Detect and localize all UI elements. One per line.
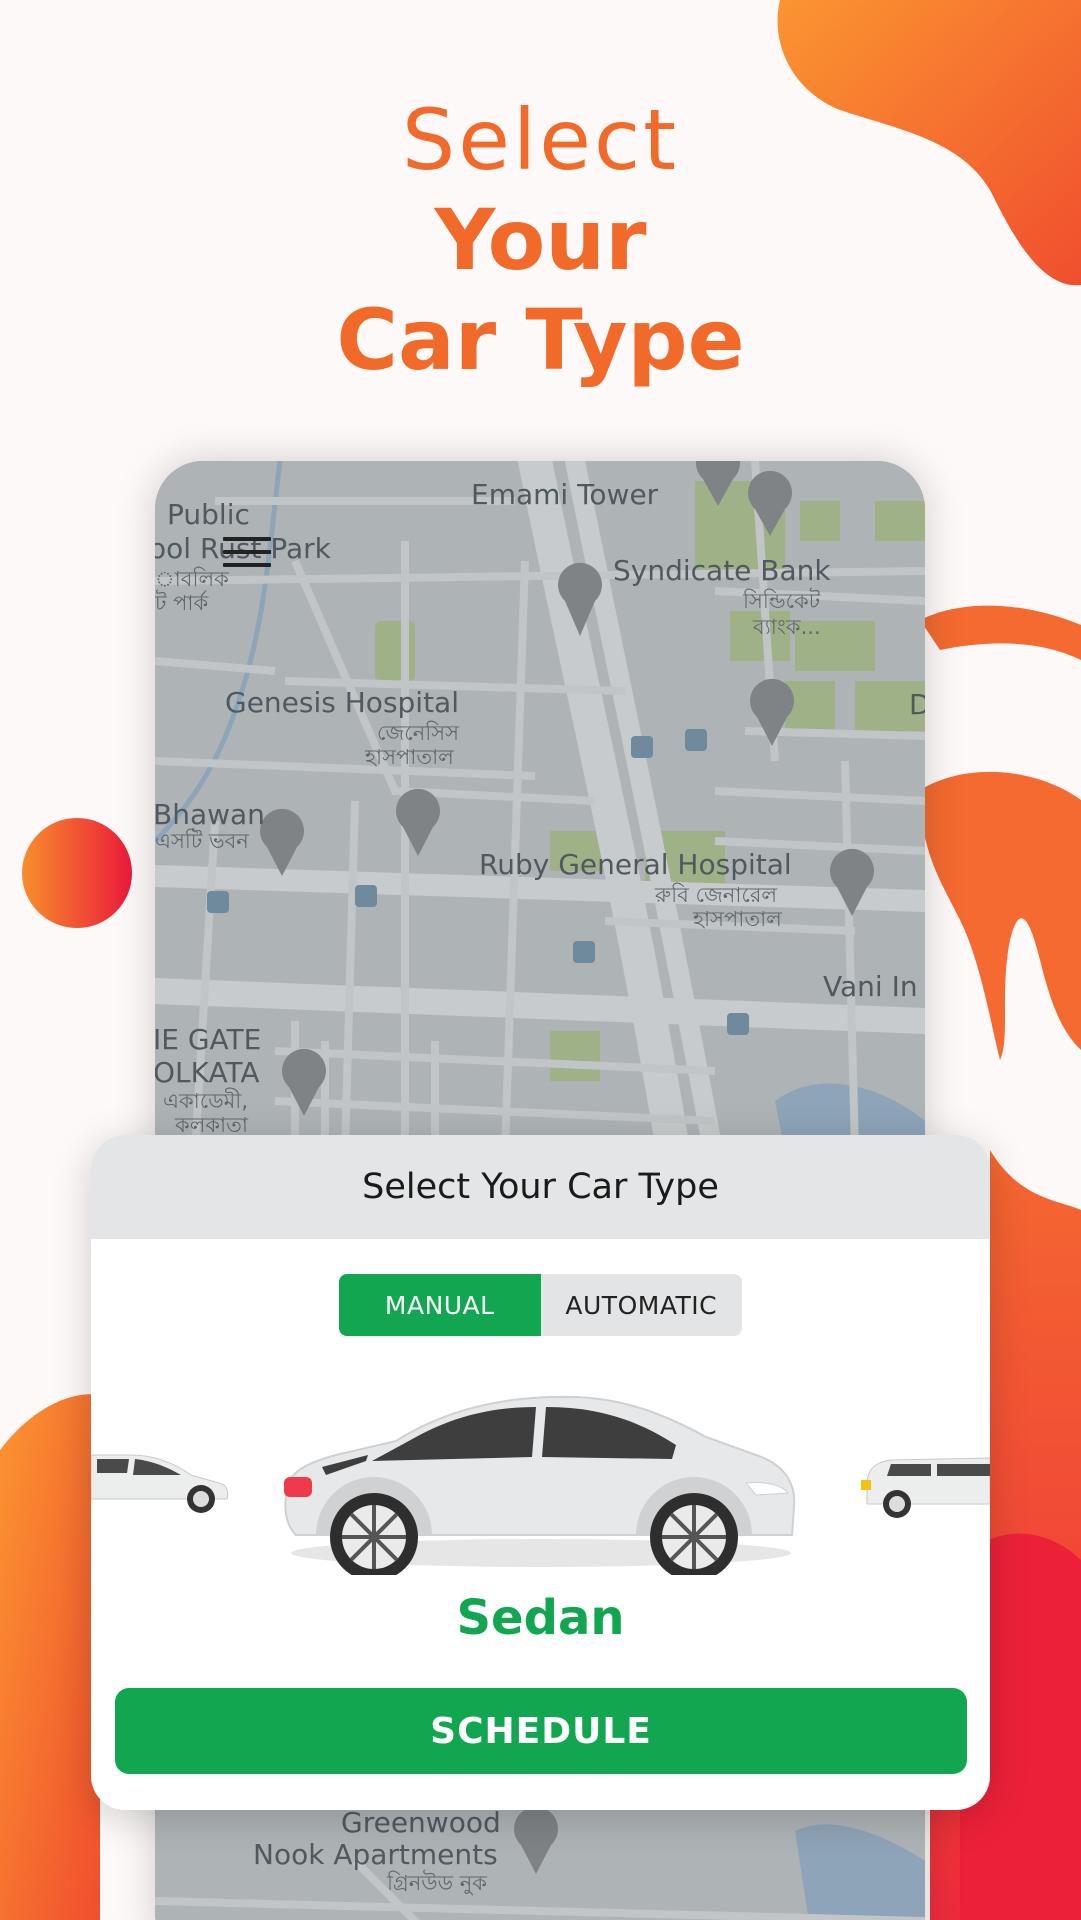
map-label-bhawan: Bhawan: [155, 798, 265, 831]
card-title: Select Your Car Type: [362, 1167, 719, 1207]
headline-line-1: Select: [401, 91, 680, 189]
map-label-syndicate-bn2: ব্যাংক...: [753, 615, 821, 639]
headline: Select Your Car Type: [0, 90, 1081, 390]
map-label-genesis: Genesis Hospital: [225, 686, 459, 719]
map-label-vani: Vani In: [823, 970, 918, 1003]
car-option-minivan[interactable]: [861, 1440, 990, 1520]
car-option-sedan[interactable]: [276, 1385, 806, 1575]
map-label-right-d: D: [909, 688, 925, 721]
map-label-nook-bn: গ্রিনউড নুক: [387, 1871, 487, 1895]
map-label-genesis-bn1: জেনেসিস: [377, 721, 460, 745]
car-type-card: Select Your Car Type MANUAL AUTOMATIC Se…: [91, 1135, 990, 1810]
headline-line-2: Your: [434, 191, 647, 289]
map-label-greenwood: Greenwood: [341, 1806, 501, 1839]
map-label-gate: IE GATE: [155, 1023, 262, 1056]
card-header: Select Your Car Type: [91, 1135, 990, 1239]
schedule-button[interactable]: SCHEDULE: [115, 1688, 967, 1774]
car-option-hatchback[interactable]: [91, 1435, 231, 1515]
map-label-public: Public: [167, 498, 250, 531]
map-label-kolkata-bn1: একাডেমী,: [163, 1089, 248, 1113]
map-label-kolkata-bn2: কলকাতা: [175, 1113, 248, 1137]
toggle-manual[interactable]: MANUAL: [339, 1274, 541, 1336]
map-label-ruby-bn2: হাসপাতাল: [693, 907, 782, 931]
map-label-nook: Nook Apartments: [253, 1838, 498, 1871]
map-label-ruby: Ruby General Hospital: [479, 848, 792, 881]
map-label-syndicate: Syndicate Bank: [613, 554, 831, 587]
transmission-toggle: MANUAL AUTOMATIC: [339, 1274, 742, 1336]
map-label-bhawan-bn: এসটি ভবন: [155, 829, 249, 853]
map-label-syndicate-bn1: সিন্ডিকেট: [743, 589, 821, 613]
toggle-automatic[interactable]: AUTOMATIC: [541, 1274, 743, 1336]
map-label-genesis-bn2: হাসপাতাল: [365, 745, 454, 769]
headline-line-3: Car Type: [336, 291, 745, 389]
hamburger-menu-icon[interactable]: [223, 537, 271, 569]
selected-car-name: Sedan: [456, 1590, 625, 1646]
map-label-park-bn1: াবলিক: [155, 567, 229, 591]
map-label-kolkata: OLKATA: [155, 1056, 260, 1089]
map-label-park-bn2: ট পার্ক: [155, 591, 209, 615]
map-label-emami: Emami Tower: [471, 478, 659, 511]
map-label-ruby-bn1: রুবি জেনারেল: [655, 883, 778, 907]
